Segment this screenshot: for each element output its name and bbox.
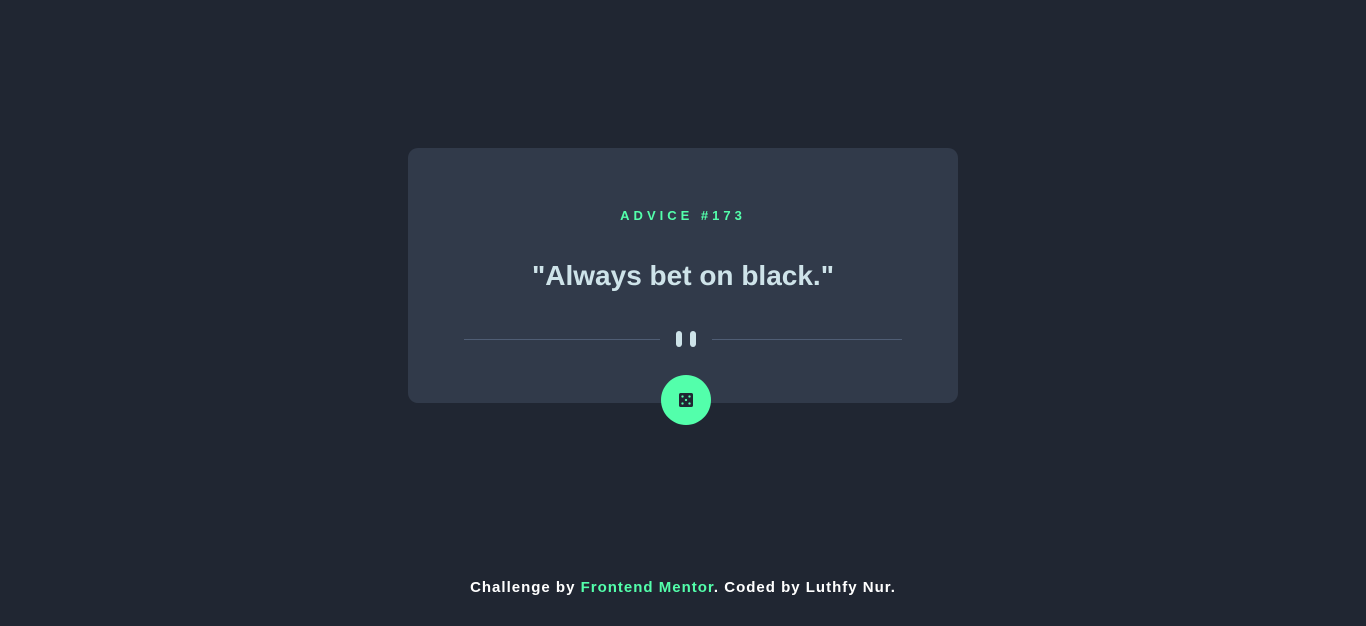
frontend-mentor-link[interactable]: Frontend Mentor bbox=[581, 579, 714, 596]
advice-card: ADVICE #173 "Always bet on black." bbox=[408, 148, 958, 403]
advice-quote: "Always bet on black." bbox=[532, 260, 834, 291]
footer-middle: . Coded by bbox=[713, 579, 806, 596]
dice-icon bbox=[679, 393, 693, 407]
generate-advice-button[interactable] bbox=[661, 375, 711, 425]
footer-attribution: Challenge by Frontend Mentor. Coded by L… bbox=[0, 579, 1366, 596]
page: ADVICE #173 "Always bet on black." Chall… bbox=[0, 0, 1366, 626]
footer-suffix: . bbox=[890, 579, 896, 596]
advice-id-label: ADVICE #173 bbox=[620, 208, 746, 223]
divider bbox=[464, 330, 902, 348]
divider-line-right bbox=[712, 339, 902, 340]
footer-prefix: Challenge by bbox=[470, 579, 581, 596]
pause-icon bbox=[676, 331, 698, 347]
divider-line-left bbox=[464, 339, 660, 340]
author-name: Luthfy Nur bbox=[805, 579, 891, 596]
